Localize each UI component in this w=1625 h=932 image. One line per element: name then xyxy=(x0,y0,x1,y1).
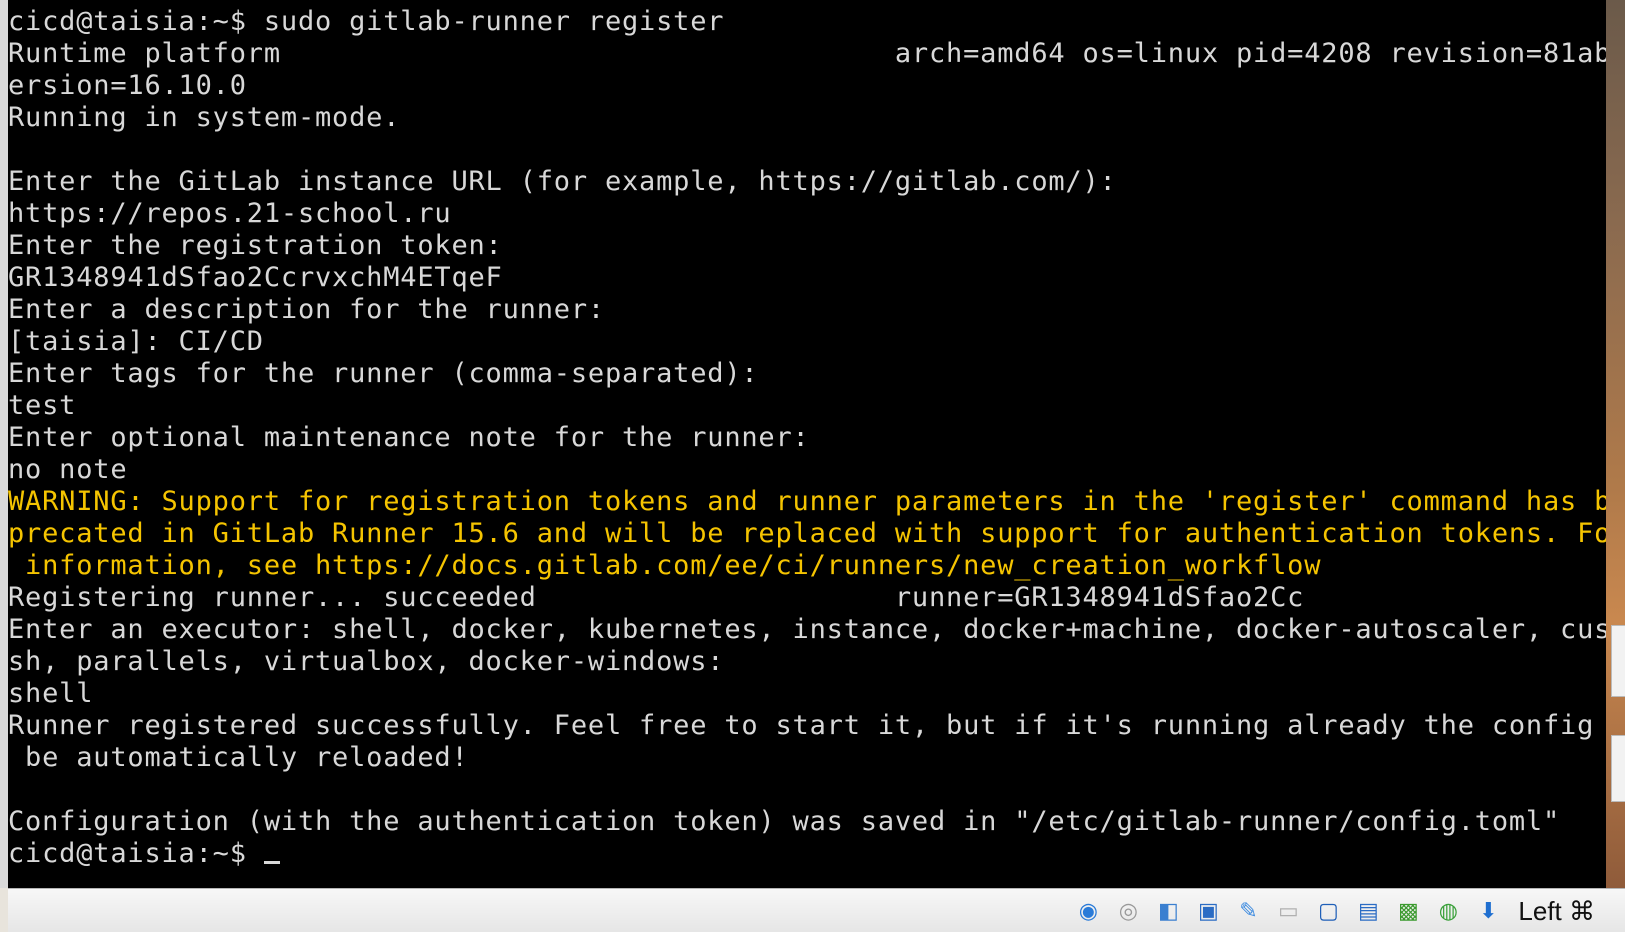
terminal-line: https://repos.21-school.ru xyxy=(8,198,452,229)
terminal-line: Configuration (with the authentication t… xyxy=(8,806,1561,837)
terminal-line: ersion=16.10.0 xyxy=(8,70,247,101)
shared-folders-icon[interactable]: ▭ xyxy=(1272,895,1304,927)
terminal-warning-line: precated in GitLab Runner 15.6 and will … xyxy=(8,518,1606,549)
terminal-output: cicd@taisia:~$ sudo gitlab-runner regist… xyxy=(8,6,1606,870)
optical-drive-icon[interactable]: ◎ xyxy=(1112,895,1144,927)
video-capture-icon[interactable]: ▤ xyxy=(1352,895,1384,927)
terminal-line: Enter the GitLab instance URL (for examp… xyxy=(8,166,1117,197)
terminal-warning-line: information, see https://docs.gitlab.com… xyxy=(8,550,1322,581)
cpu-icon[interactable]: ▩ xyxy=(1392,895,1424,927)
status-icons: ◉ ◎ ◧ ▣ ✎ ▭ ▢ ▤ ▩ ◍ ⬇ Left ⌘ xyxy=(1072,895,1595,927)
terminal-line: sh, parallels, virtualbox, docker-window… xyxy=(8,646,725,677)
terminal-line: cicd@taisia:~$ sudo gitlab-runner regist… xyxy=(8,6,725,37)
prompt-text: cicd@taisia:~$ xyxy=(8,838,264,869)
terminal-prompt-line[interactable]: cicd@taisia:~$ xyxy=(8,838,1606,870)
terminal-line: [taisia]: CI/CD xyxy=(8,326,264,357)
terminal-line: GR1348941dSfao2CcrvxchM4ETqeF xyxy=(8,262,503,293)
background-window-edge xyxy=(1611,735,1625,802)
host-key-label[interactable]: Left ⌘ xyxy=(1518,896,1595,927)
terminal-line: Enter tags for the runner (comma-separat… xyxy=(8,358,759,389)
download-icon[interactable]: ⬇ xyxy=(1472,895,1504,927)
terminal-line: Enter optional maintenance note for the … xyxy=(8,422,810,453)
terminal-line: Enter an executor: shell, docker, kubern… xyxy=(8,614,1606,645)
background-window-edge xyxy=(1611,625,1625,697)
hard-disk-icon[interactable]: ◉ xyxy=(1072,895,1104,927)
terminal-line: shell xyxy=(8,678,94,709)
terminal-warning-line: WARNING: Support for registration tokens… xyxy=(8,486,1606,517)
vm-status-bar: ◉ ◎ ◧ ▣ ✎ ▭ ▢ ▤ ▩ ◍ ⬇ Left ⌘ xyxy=(8,888,1625,932)
network-icon[interactable]: ▣ xyxy=(1192,895,1224,927)
terminal-line: Enter a description for the runner: xyxy=(8,294,605,325)
terminal-line: Running in system-mode. xyxy=(8,102,401,133)
guest-additions-icon[interactable]: ◍ xyxy=(1432,895,1464,927)
terminal-window[interactable]: cicd@taisia:~$ sudo gitlab-runner regist… xyxy=(0,0,1606,888)
usb-icon[interactable]: ✎ xyxy=(1232,895,1264,927)
terminal-line: Runtime platform arch=amd64 os=linux pid… xyxy=(8,38,1606,69)
terminal-line: Runner registered successfully. Feel fre… xyxy=(8,710,1606,741)
display-icon[interactable]: ▢ xyxy=(1312,895,1344,927)
terminal-line: Enter the registration token: xyxy=(8,230,503,261)
terminal-line: test xyxy=(8,390,77,421)
terminal-line: no note xyxy=(8,454,128,485)
terminal-line: Registering runner... succeeded runner=G… xyxy=(8,582,1305,613)
audio-icon[interactable]: ◧ xyxy=(1152,895,1184,927)
text-cursor xyxy=(263,861,280,864)
terminal-line: be automatically reloaded! xyxy=(8,742,469,773)
